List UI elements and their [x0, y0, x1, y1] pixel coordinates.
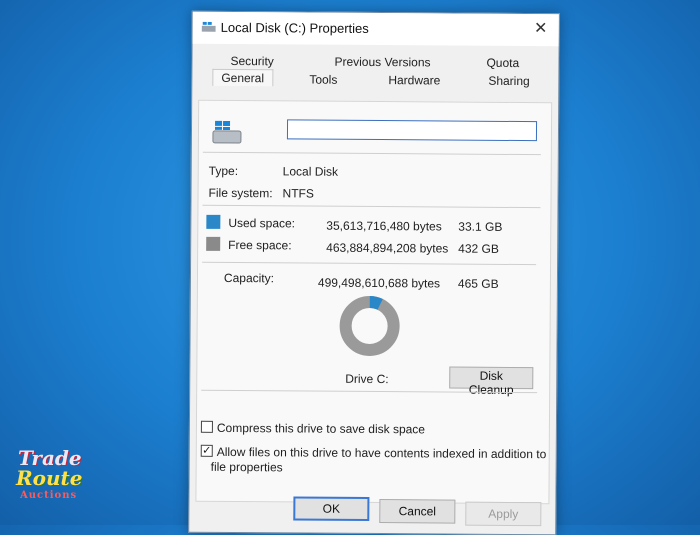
free-space-label: Free space:: [228, 237, 292, 253]
capacity-label: Capacity:: [223, 270, 275, 286]
divider: [202, 151, 541, 156]
index-checkbox[interactable]: ✓: [200, 444, 213, 457]
close-icon[interactable]: ✕: [529, 18, 553, 40]
general-tab-panel: Type: Local Disk File system: NTFS Used …: [195, 99, 553, 505]
type-label: Type:: [208, 163, 239, 179]
capacity-bytes: 499,498,610,688 bytes: [317, 275, 441, 291]
tab-quota[interactable]: Quota: [486, 56, 519, 70]
compress-checkbox[interactable]: [200, 420, 213, 433]
properties-dialog: Local Disk (C:) Properties ✕ Security Pr…: [188, 10, 560, 535]
index-label-line1: Allow files on this drive to have conten…: [216, 444, 547, 462]
watermark-logo: Trade Route Auctions: [14, 446, 84, 508]
used-space-size: 33.1 GB: [458, 219, 503, 234]
index-label-line2: file properties: [210, 459, 283, 475]
drive-label: Drive C:: [345, 371, 389, 387]
disk-cleanup-button[interactable]: Disk Cleanup: [449, 366, 534, 397]
capacity-size: 465 GB: [457, 276, 499, 291]
free-space-swatch: [206, 236, 221, 251]
free-space-bytes: 463,884,894,208 bytes: [326, 240, 449, 256]
ok-button[interactable]: OK: [293, 496, 370, 521]
apply-button[interactable]: Apply: [465, 501, 542, 527]
tab-general[interactable]: General: [212, 68, 274, 87]
used-space-swatch: [206, 214, 221, 229]
free-space-arc: [339, 295, 400, 356]
divider: [202, 204, 541, 209]
cancel-button[interactable]: Cancel: [379, 499, 456, 524]
compress-label: Compress this drive to save disk space: [216, 420, 426, 437]
used-space-bytes: 35,613,716,480 bytes: [326, 218, 442, 234]
checkmark-icon: ✓: [202, 444, 212, 457]
tab-tools[interactable]: Tools: [309, 73, 337, 87]
watermark-line3: Auctions: [20, 490, 78, 501]
type-value: Local Disk: [282, 164, 339, 179]
window-title: Local Disk (C:) Properties: [220, 19, 369, 36]
disk-usage-chart: [339, 295, 400, 356]
file-system-label: File system:: [208, 185, 273, 201]
tab-sharing[interactable]: Sharing: [488, 74, 529, 88]
free-space-size: 432 GB: [458, 241, 499, 256]
drive-name-input[interactable]: [286, 119, 538, 142]
title-bar[interactable]: Local Disk (C:) Properties ✕: [192, 11, 559, 47]
tab-security[interactable]: Security: [230, 54, 273, 68]
tab-hardware[interactable]: Hardware: [388, 73, 440, 87]
tab-previous-versions[interactable]: Previous Versions: [334, 55, 430, 70]
divider: [202, 261, 537, 266]
used-space-label: Used space:: [228, 215, 296, 231]
drive-icon: [212, 120, 242, 144]
file-system-value: NTFS: [282, 186, 314, 201]
drive-small-icon: [201, 21, 216, 32]
watermark-line2: Route: [16, 466, 83, 490]
